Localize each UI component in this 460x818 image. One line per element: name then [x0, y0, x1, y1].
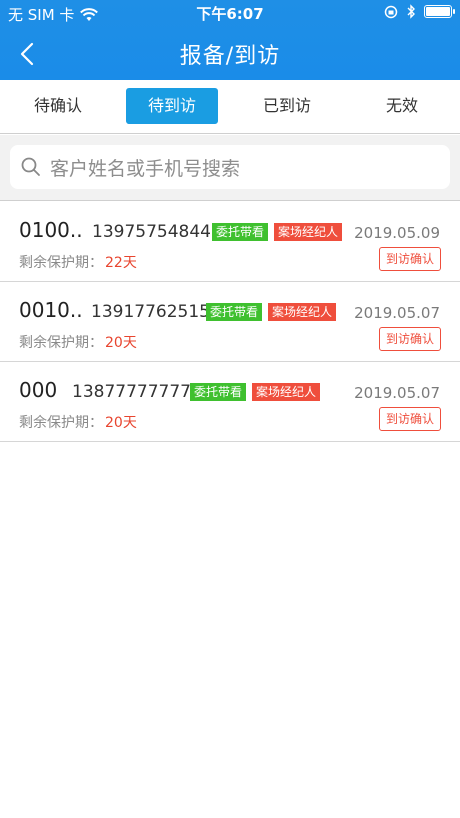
search-placeholder: 客户姓名或手机号搜索	[50, 157, 241, 180]
header: 无 SIM 卡 下午6:07 报备/到访	[0, 0, 460, 80]
record-date: 2019.05.07	[354, 384, 440, 402]
visit-confirm-button[interactable]: 到访确认	[379, 327, 441, 351]
protect-period: 剩余保护期： 22天	[19, 252, 137, 272]
protect-label: 剩余保护期：	[19, 255, 103, 271]
tab-pending-confirm[interactable]: 待确认	[12, 88, 104, 124]
orientation-lock-icon	[384, 5, 398, 18]
record-date: 2019.05.09	[354, 224, 440, 242]
tab-bar: 待确认 待到访 已到访 无效	[0, 80, 460, 134]
customer-name: 000	[19, 378, 58, 402]
protect-period: 剩余保护期： 20天	[19, 412, 137, 432]
protect-label: 剩余保护期：	[19, 415, 103, 431]
record-list: 0100.. 13975754844 委托带看 案场经纪人 2019.05.09…	[0, 202, 460, 442]
customer-phone: 13975754844	[92, 222, 211, 242]
tab-pending-visit[interactable]: 待到访	[126, 88, 218, 124]
protect-label: 剩余保护期：	[19, 335, 103, 351]
protect-days: 22天	[105, 255, 137, 271]
battery-icon	[424, 5, 455, 18]
customer-phone: 13877777777	[72, 382, 191, 402]
customer-name: 0100..	[19, 218, 83, 242]
search-section: 客户姓名或手机号搜索	[0, 135, 460, 201]
customer-phone: 13917762515	[91, 302, 210, 322]
visit-confirm-button[interactable]: 到访确认	[379, 407, 441, 431]
tab-invalid[interactable]: 无效	[356, 88, 448, 124]
status-right	[384, 4, 455, 19]
visit-confirm-button[interactable]: 到访确认	[379, 247, 441, 271]
search-input[interactable]: 客户姓名或手机号搜索	[10, 145, 450, 189]
tag-entrusted: 委托带看	[212, 223, 269, 241]
tag-agent: 案场经纪人	[268, 303, 337, 321]
list-item[interactable]: 000 13877777777 委托带看 案场经纪人 2019.05.07 剩余…	[0, 362, 460, 442]
search-icon	[21, 157, 40, 176]
customer-name: 0010..	[19, 298, 83, 322]
status-bar: 无 SIM 卡 下午6:07	[0, 0, 460, 26]
tag-entrusted: 委托带看	[190, 383, 247, 401]
record-date: 2019.05.07	[354, 304, 440, 322]
tag-entrusted: 委托带看	[206, 303, 263, 321]
tab-visited[interactable]: 已到访	[241, 88, 333, 124]
tag-agent: 案场经纪人	[274, 223, 343, 241]
tag-agent: 案场经纪人	[252, 383, 321, 401]
protect-period: 剩余保护期： 20天	[19, 332, 137, 352]
list-item[interactable]: 0010.. 13917762515 委托带看 案场经纪人 2019.05.07…	[0, 282, 460, 362]
list-item[interactable]: 0100.. 13975754844 委托带看 案场经纪人 2019.05.09…	[0, 202, 460, 282]
protect-days: 20天	[105, 335, 137, 351]
page-title: 报备/到访	[179, 44, 281, 69]
bluetooth-icon	[407, 4, 415, 19]
protect-days: 20天	[105, 415, 137, 431]
